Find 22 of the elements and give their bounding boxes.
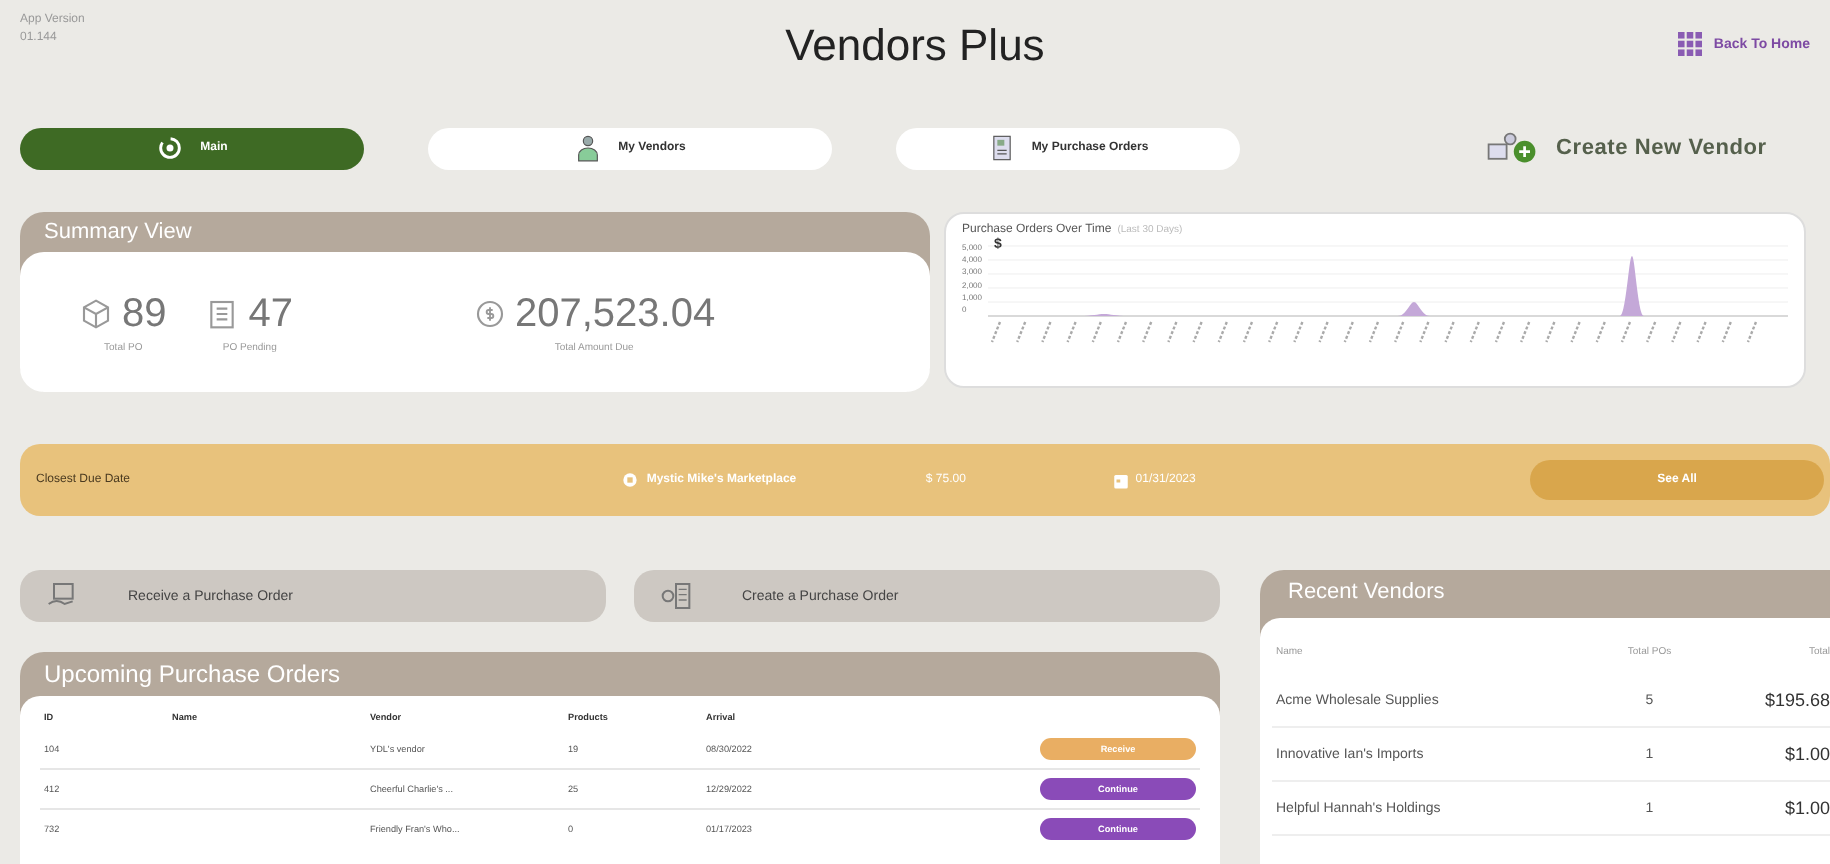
table-cell: $1.00 [1698,781,1830,835]
stat-value: 47 [248,291,293,337]
calendar-icon [1111,471,1130,489]
card-title: Upcoming Purchase Orders [42,658,343,692]
table-cell: $195.68 [1698,674,1830,727]
box-icon [80,298,112,330]
form-icon [658,580,694,612]
clipboard-icon [206,298,239,330]
app-title: Vendors Plus [783,20,1047,72]
swirl-icon [156,134,185,162]
document-icon [987,134,1016,162]
card-title: Recent Vendors [1286,578,1447,608]
person-icon [574,134,603,162]
store-icon [622,472,639,488]
grid-icon [1677,32,1702,56]
stat-value: 89 [122,291,167,337]
vendor-add-icon [1484,130,1540,166]
table-cell: $1.00 [1698,727,1830,781]
stat-value: 207,523.04 [515,291,716,337]
dollar-icon [473,298,505,330]
card-title: Summary View [42,218,194,248]
create-vendor-button[interactable]: Create New Vendor [1484,130,1767,166]
